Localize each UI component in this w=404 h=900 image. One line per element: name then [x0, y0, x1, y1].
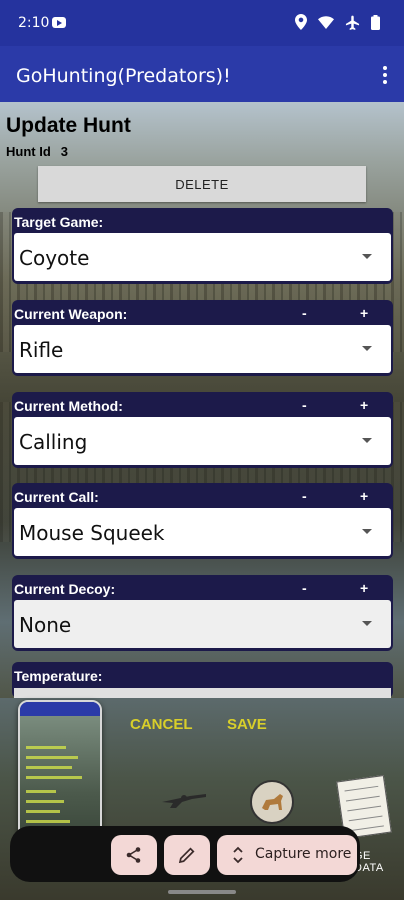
target-game-label: Target Game:	[14, 214, 104, 230]
decoy-field: Current Decoy: - + None	[12, 575, 393, 651]
method-label: Current Method:	[14, 398, 123, 414]
edit-icon	[178, 847, 195, 864]
call-plus-button[interactable]: +	[360, 488, 368, 504]
edit-button[interactable]	[164, 835, 210, 875]
capture-more-button[interactable]: Capture more	[217, 835, 357, 875]
status-icons	[295, 14, 380, 30]
airplane-icon	[345, 15, 360, 30]
call-minus-button[interactable]: -	[302, 488, 307, 504]
screenshot-actions: Capture more	[10, 826, 360, 882]
app-title: GoHunting(Predators)!	[16, 65, 231, 87]
manage-data-label[interactable]: GE DATA	[354, 850, 404, 874]
temperature-input[interactable]	[14, 688, 391, 698]
battery-icon	[371, 14, 380, 30]
call-field: Current Call: - + Mouse Squeek	[12, 483, 393, 559]
call-label: Current Call:	[14, 489, 99, 505]
temperature-field: Temperature:	[12, 662, 393, 698]
weapon-label: Current Weapon:	[14, 306, 128, 322]
cancel-button[interactable]: CANCEL	[130, 716, 193, 733]
status-bar: 2:10	[0, 0, 404, 46]
weapon-select[interactable]: Rifle	[14, 325, 391, 373]
weapon-field: Current Weapon: - + Rifle	[12, 300, 393, 376]
overflow-menu-icon[interactable]	[382, 66, 388, 84]
share-icon	[126, 847, 141, 863]
chevron-down-icon	[362, 254, 372, 259]
weapon-minus-button[interactable]: -	[302, 305, 307, 321]
delete-button[interactable]: DELETE	[38, 166, 366, 202]
chevron-down-icon	[362, 621, 372, 626]
youtube-notification-icon	[52, 17, 66, 28]
method-value: Calling	[19, 430, 88, 454]
hunt-id: Hunt Id 3	[6, 144, 68, 159]
target-game-select[interactable]: Coyote	[14, 233, 391, 281]
share-button[interactable]	[111, 835, 157, 875]
hunt-id-label: Hunt Id	[6, 144, 51, 159]
app-bar: GoHunting(Predators)!	[0, 46, 404, 102]
chevron-down-icon	[362, 346, 372, 351]
page-title: Update Hunt	[6, 114, 131, 137]
wifi-icon	[318, 16, 334, 29]
chevron-down-icon	[362, 438, 372, 443]
call-value: Mouse Squeek	[19, 521, 165, 545]
expand-icon	[233, 846, 243, 864]
method-field: Current Method: - + Calling	[12, 392, 393, 468]
temperature-label: Temperature:	[14, 668, 103, 684]
decoy-label: Current Decoy:	[14, 581, 116, 597]
target-game-value: Coyote	[19, 246, 90, 270]
method-plus-button[interactable]: +	[360, 397, 368, 413]
call-select[interactable]: Mouse Squeek	[14, 508, 391, 556]
save-button[interactable]: SAVE	[227, 716, 267, 733]
status-time: 2:10	[18, 15, 50, 31]
rifle-icon[interactable]	[160, 788, 208, 810]
decoy-value: None	[19, 613, 72, 637]
chevron-down-icon	[362, 529, 372, 534]
method-minus-button[interactable]: -	[302, 397, 307, 413]
target-game-field: Target Game: Coyote	[12, 208, 393, 284]
method-select[interactable]: Calling	[14, 417, 391, 465]
capture-more-label: Capture more	[255, 846, 352, 862]
weapon-value: Rifle	[19, 338, 64, 362]
decoy-minus-button[interactable]: -	[302, 580, 307, 596]
coyote-icon[interactable]	[250, 780, 294, 824]
gesture-nav-bar[interactable]	[168, 890, 236, 894]
decoy-select[interactable]: None	[14, 600, 391, 648]
location-icon	[295, 14, 307, 30]
decoy-plus-button[interactable]: +	[360, 580, 368, 596]
hunt-id-value: 3	[60, 144, 68, 159]
weapon-plus-button[interactable]: +	[360, 305, 368, 321]
